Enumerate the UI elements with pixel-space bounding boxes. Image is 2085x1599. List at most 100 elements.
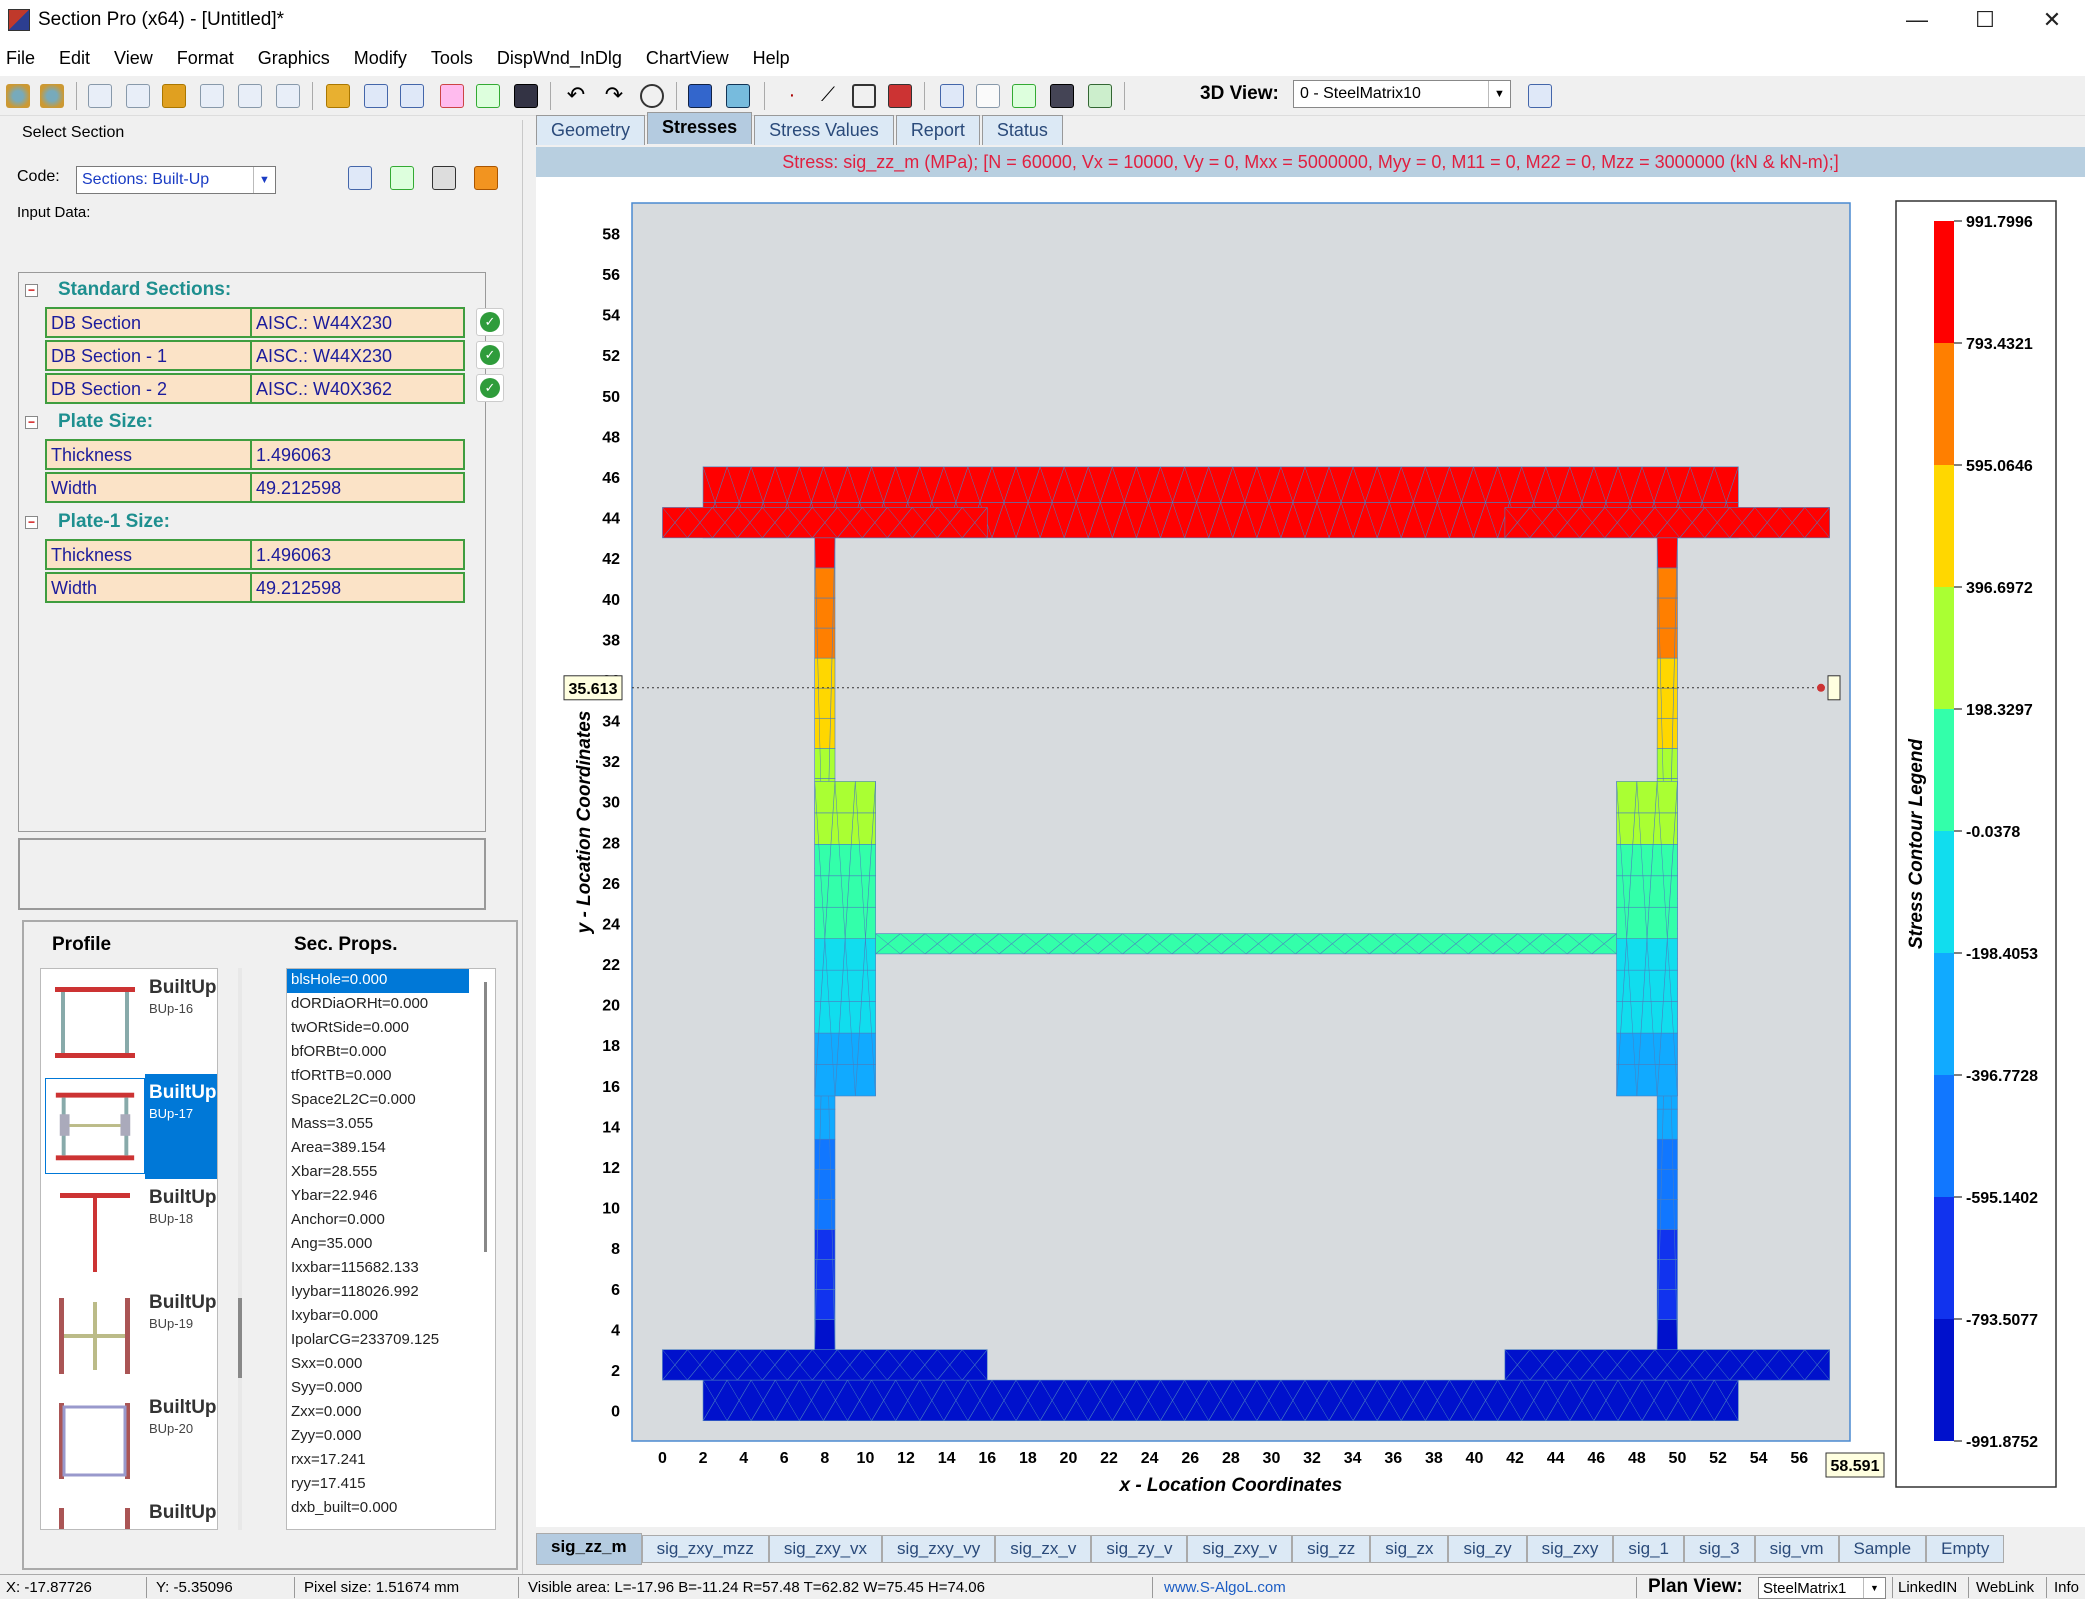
stress-contour-plot[interactable]: 0246810121416182022242628303234363840424…	[536, 177, 2085, 1527]
secprops-list[interactable]: blsHole=0.000 dORDiaORHt=0.000 twORtSide=0…	[286, 968, 496, 1530]
secprop-item[interactable]: rxx=17.241	[287, 1449, 495, 1473]
excel-icon[interactable]	[476, 84, 500, 108]
menu-dispwnd[interactable]: DispWnd_InDlg	[497, 48, 622, 69]
result-tab-sig-zx-v[interactable]: sig_zx_v	[995, 1535, 1092, 1563]
point-icon[interactable]: ·	[780, 84, 804, 108]
result-tab-sig-zz-m[interactable]: sig_zz_m	[536, 1533, 642, 1565]
secprop-item[interactable]: Zyy=0.000	[287, 1425, 495, 1449]
eye-icon[interactable]	[40, 84, 64, 108]
secprop-item[interactable]: Sxx=0.000	[287, 1353, 495, 1377]
group-standard-sections[interactable]: − Standard Sections:	[25, 279, 231, 301]
secprop-item[interactable]: tfORtTB=0.000	[287, 1065, 495, 1089]
result-tab-sig-3[interactable]: sig_3	[1684, 1535, 1755, 1563]
pdf-icon[interactable]	[440, 84, 464, 108]
tab-report[interactable]: Report	[895, 115, 980, 145]
list-item[interactable]: BuiltUp	[41, 1494, 217, 1529]
secprop-item[interactable]: Xbar=28.555	[287, 1161, 495, 1185]
secprop-item[interactable]: ryy=17.415	[287, 1473, 495, 1497]
doc-icon[interactable]	[276, 84, 300, 108]
secprop-item[interactable]: Space2L2C=0.000	[287, 1089, 495, 1113]
menu-format[interactable]: Format	[177, 48, 234, 69]
mesh-icon[interactable]	[688, 84, 712, 108]
sheet-icon[interactable]	[1012, 84, 1036, 108]
prop-row[interactable]: Thickness 1.496063	[45, 439, 465, 470]
info-link[interactable]: Info	[2054, 1579, 2079, 1596]
linkedin-link[interactable]: LinkedIN	[1898, 1579, 1957, 1596]
tab-stress-values[interactable]: Stress Values	[754, 115, 894, 145]
prop-row[interactable]: DB Section - 1 AISC.: W44X230	[45, 340, 465, 371]
result-tab-sig-vm[interactable]: sig_vm	[1754, 1535, 1839, 1563]
doc-icon[interactable]	[238, 84, 262, 108]
group-plate-size[interactable]: − Plate Size:	[25, 411, 153, 433]
zoom-icon[interactable]	[640, 84, 664, 108]
result-tab-sig-zy-v[interactable]: sig_zy_v	[1091, 1535, 1188, 1563]
menu-chartview[interactable]: ChartView	[646, 48, 729, 69]
result-tab-sample[interactable]: Sample	[1838, 1535, 1927, 1563]
website-link[interactable]: www.S-AlgoL.com	[1164, 1579, 1286, 1596]
refresh-icon[interactable]	[474, 166, 498, 190]
result-tab-empty[interactable]: Empty	[1926, 1535, 2005, 1563]
menu-edit[interactable]: Edit	[59, 48, 90, 69]
profile-scrollbar[interactable]	[238, 968, 242, 1530]
secprop-item[interactable]: Zxx=0.000	[287, 1401, 495, 1425]
redo-icon[interactable]: ↷	[602, 84, 626, 108]
secprop-item[interactable]: blsHole=0.000	[287, 969, 469, 993]
shape-icon[interactable]	[888, 84, 912, 108]
view-settings-icon[interactable]	[1528, 84, 1552, 108]
secprop-item[interactable]: Ixxbar=115682.133	[287, 1257, 495, 1281]
prop-row[interactable]: DB Section - 2 AISC.: W40X362	[45, 373, 465, 404]
list-item[interactable]: BuiltUp BUp-17	[41, 1074, 217, 1179]
new-doc-icon[interactable]	[88, 84, 112, 108]
secprop-item[interactable]: bfORBt=0.000	[287, 1041, 495, 1065]
ok-check-button[interactable]: ✓	[476, 308, 504, 336]
result-tab-sig-zz[interactable]: sig_zz	[1292, 1535, 1371, 1563]
result-tab-sig-zxy-mzz[interactable]: sig_zxy_mzz	[641, 1535, 769, 1563]
doc-icon[interactable]	[126, 84, 150, 108]
result-tab-sig-1[interactable]: sig_1	[1613, 1535, 1684, 1563]
result-tab-sig-zxy-vx[interactable]: sig_zxy_vx	[768, 1535, 883, 1563]
maximize-button[interactable]: ☐	[1952, 0, 2018, 40]
secprop-item[interactable]: Syy=0.000	[287, 1377, 495, 1401]
close-button[interactable]: ✕	[2019, 0, 2085, 40]
menu-graphics[interactable]: Graphics	[258, 48, 330, 69]
sheet-icon[interactable]	[390, 166, 414, 190]
list-item[interactable]: BuiltUp BUp-20	[41, 1389, 217, 1494]
doc-icon[interactable]	[200, 84, 224, 108]
mesh-refine-icon[interactable]	[726, 84, 750, 108]
list-item[interactable]: BuiltUp BUp-16	[41, 969, 217, 1074]
secprop-item[interactable]: Ang=35.000	[287, 1233, 495, 1257]
view3d-select[interactable]: 0 - SteelMatrix10 ▼	[1293, 80, 1511, 108]
stress-plot-area[interactable]: 0246810121416182022242628303234363840424…	[536, 177, 2085, 1527]
image-icon[interactable]	[400, 84, 424, 108]
sheet-icon[interactable]	[976, 84, 1000, 108]
secprop-item[interactable]: IpolarCG=233709.125	[287, 1329, 495, 1353]
secprop-item[interactable]: Ybar=22.946	[287, 1185, 495, 1209]
chevron-down-icon[interactable]: ▼	[253, 167, 275, 193]
table-icon[interactable]	[364, 84, 388, 108]
secprops-scrollbar[interactable]	[484, 982, 487, 1252]
ok-check-button[interactable]: ✓	[476, 341, 504, 369]
menu-file[interactable]: File	[6, 48, 35, 69]
group-plate1-size[interactable]: − Plate-1 Size:	[25, 511, 170, 533]
polygon-icon[interactable]	[852, 84, 876, 108]
result-tab-sig-zx[interactable]: sig_zx	[1370, 1535, 1449, 1563]
list-item[interactable]: BuiltUp BUp-18	[41, 1179, 217, 1284]
tab-status[interactable]: Status	[981, 115, 1063, 145]
minimize-button[interactable]: —	[1884, 0, 1950, 40]
secprop-item[interactable]: Mass=3.055	[287, 1113, 495, 1137]
secprop-item[interactable]: Area=389.154	[287, 1137, 495, 1161]
prop-row[interactable]: Width 49.212598	[45, 472, 465, 503]
prop-row[interactable]: Thickness 1.496063	[45, 539, 465, 570]
save-all-icon[interactable]	[1050, 84, 1074, 108]
menu-help[interactable]: Help	[753, 48, 790, 69]
secprop-item[interactable]: twORtSide=0.000	[287, 1017, 495, 1041]
plan-view-select[interactable]: SteelMatrix1 ▼	[1758, 1577, 1886, 1599]
save-icon[interactable]	[514, 84, 538, 108]
secprop-item[interactable]: Iyybar=118026.992	[287, 1281, 495, 1305]
export-icon[interactable]	[1088, 84, 1112, 108]
undo-icon[interactable]: ↶	[564, 84, 588, 108]
secprop-item[interactable]: dORDiaORHt=0.000	[287, 993, 495, 1017]
result-tab-sig-zxy-v[interactable]: sig_zxy_v	[1187, 1535, 1293, 1563]
clipboard-icon[interactable]	[432, 166, 456, 190]
secprop-item[interactable]: dxb_built=0.000	[287, 1497, 495, 1521]
